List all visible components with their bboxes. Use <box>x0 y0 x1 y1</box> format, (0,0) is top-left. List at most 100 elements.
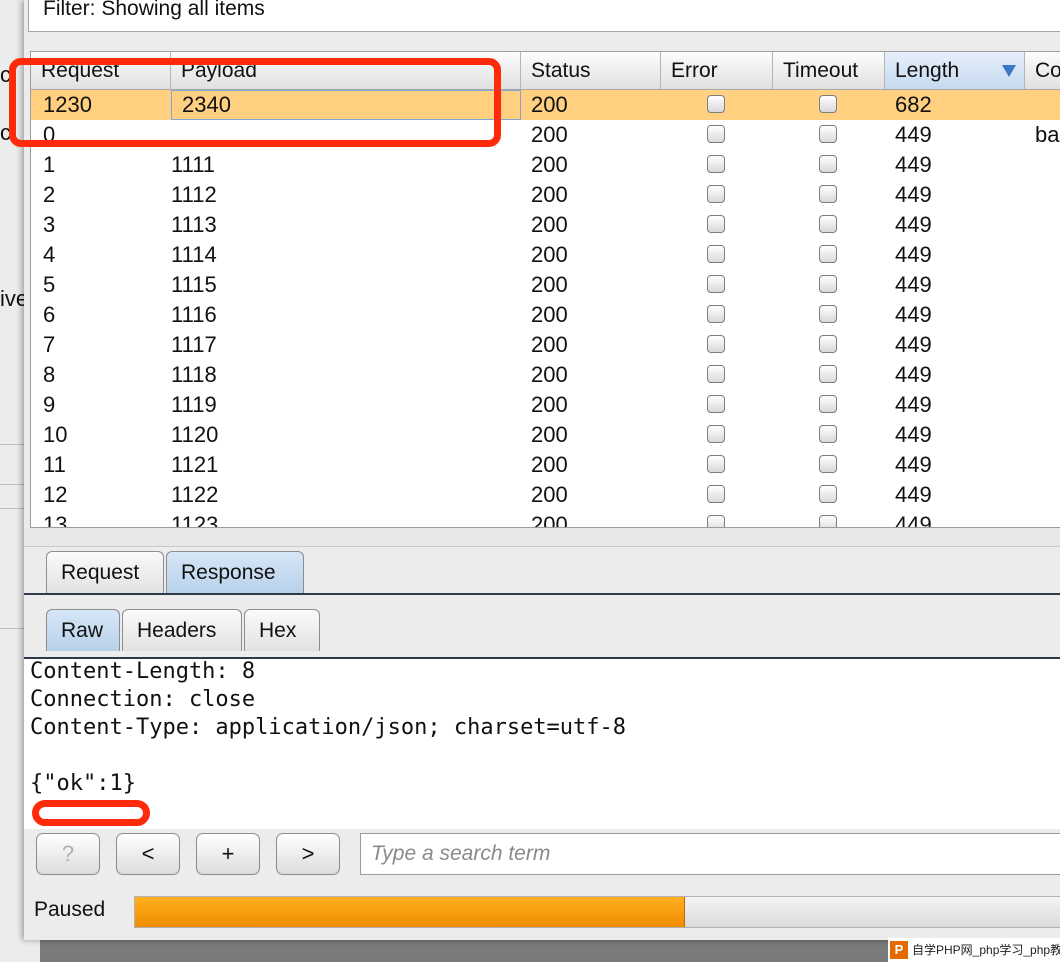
timeout-checkbox[interactable] <box>819 305 837 323</box>
cell-status: 200 <box>531 302 568 327</box>
table-row[interactable]: 2 1112 200 449 <box>31 180 1060 210</box>
tab-response[interactable]: Response <box>166 551 304 593</box>
cell-payload: 1120 <box>171 422 219 447</box>
table-row[interactable]: 11 1121 200 449 <box>31 450 1060 480</box>
tab-headers[interactable]: Headers <box>122 609 242 651</box>
progress-fill <box>135 897 685 927</box>
error-checkbox[interactable] <box>707 275 725 293</box>
cell-comment <box>1035 150 1060 180</box>
cell-request: 8 <box>43 362 56 387</box>
pane-splitter[interactable] <box>24 528 1060 547</box>
cell-comment <box>1035 240 1060 270</box>
error-checkbox[interactable] <box>707 365 725 383</box>
cell-request: 9 <box>43 392 56 417</box>
filter-text: Filter: Showing all items <box>43 0 265 20</box>
error-checkbox[interactable] <box>707 335 725 353</box>
cell-status: 200 <box>531 452 568 477</box>
tab-hex[interactable]: Hex <box>244 609 320 651</box>
column-header-length[interactable]: Length <box>885 52 1025 89</box>
cell-request: 13 <box>43 512 68 528</box>
cell-length: 449 <box>895 482 932 507</box>
tab-request[interactable]: Request <box>46 551 164 593</box>
filter-bar[interactable]: Filter: Showing all items <box>28 0 1060 32</box>
timeout-checkbox[interactable] <box>819 515 837 527</box>
timeout-checkbox[interactable] <box>819 185 837 203</box>
error-checkbox[interactable] <box>707 515 725 527</box>
search-input[interactable]: Type a search term <box>360 833 1060 875</box>
timeout-checkbox[interactable] <box>819 425 837 443</box>
timeout-checkbox[interactable] <box>819 365 837 383</box>
watermark-text: 自学PHP网_php学习_php教 <box>912 943 1060 957</box>
timeout-checkbox[interactable] <box>819 455 837 473</box>
timeout-checkbox[interactable] <box>819 95 837 113</box>
error-checkbox[interactable] <box>707 245 725 263</box>
column-header-timeout[interactable]: Timeout <box>773 52 885 89</box>
cell-request: 5 <box>43 272 56 297</box>
cell-payload: 1113 <box>171 212 217 237</box>
table-row[interactable]: 6 1116 200 449 <box>31 300 1060 330</box>
table-row[interactable]: 3 1113 200 449 <box>31 210 1060 240</box>
cell-status: 200 <box>531 422 568 447</box>
column-header-comment[interactable]: Co <box>1025 52 1060 89</box>
table-row[interactable]: 8 1118 200 449 <box>31 360 1060 390</box>
response-json-line: {"ok":1} <box>30 771 136 796</box>
error-checkbox[interactable] <box>707 125 725 143</box>
sort-descending-icon <box>1002 65 1016 77</box>
table-row[interactable]: 10 1120 200 449 <box>31 420 1060 450</box>
table-row[interactable]: 13 1123 200 449 <box>31 510 1060 528</box>
add-term-button[interactable]: + <box>196 833 260 875</box>
tab-divider <box>24 593 1060 595</box>
cell-status: 200 <box>531 272 568 297</box>
annotation-underline <box>32 800 150 826</box>
cell-request: 6 <box>43 302 56 327</box>
error-checkbox[interactable] <box>707 455 725 473</box>
cell-status: 200 <box>531 152 568 177</box>
error-checkbox[interactable] <box>707 425 725 443</box>
error-checkbox[interactable] <box>707 185 725 203</box>
table-row[interactable]: 5 1115 200 449 <box>31 270 1060 300</box>
timeout-checkbox[interactable] <box>819 245 837 263</box>
table-row[interactable]: 7 1117 200 449 <box>31 330 1060 360</box>
error-checkbox[interactable] <box>707 215 725 233</box>
table-row[interactable]: 4 1114 200 449 <box>31 240 1060 270</box>
timeout-checkbox[interactable] <box>819 275 837 293</box>
help-button[interactable]: ? <box>36 833 100 875</box>
cell-status: 200 <box>531 122 568 147</box>
response-raw-view[interactable]: Content-Length: 8 Connection: close Cont… <box>24 659 1060 829</box>
cell-comment <box>1035 390 1060 420</box>
timeout-checkbox[interactable] <box>819 125 837 143</box>
timeout-checkbox[interactable] <box>819 155 837 173</box>
cell-comment <box>1035 480 1060 510</box>
response-line: Connection: close <box>30 687 256 712</box>
column-header-status[interactable]: Status <box>521 52 661 89</box>
cell-status: 200 <box>531 92 568 117</box>
cell-length: 449 <box>895 392 932 417</box>
watermark: P 自学PHP网_php学习_php教 <box>888 938 1060 962</box>
error-checkbox[interactable] <box>707 155 725 173</box>
cell-comment <box>1035 90 1060 120</box>
timeout-checkbox[interactable] <box>819 485 837 503</box>
cell-length: 449 <box>895 362 932 387</box>
cell-payload: 1122 <box>171 482 219 507</box>
timeout-checkbox[interactable] <box>819 395 837 413</box>
table-row[interactable]: 12 1122 200 449 <box>31 480 1060 510</box>
cell-length: 682 <box>895 92 932 117</box>
table-row[interactable]: 1 1111 200 449 <box>31 150 1060 180</box>
table-row[interactable]: 9 1119 200 449 <box>31 390 1060 420</box>
next-match-button[interactable]: > <box>276 833 340 875</box>
error-checkbox[interactable] <box>707 485 725 503</box>
annotation-box <box>9 58 501 147</box>
error-checkbox[interactable] <box>707 95 725 113</box>
timeout-checkbox[interactable] <box>819 335 837 353</box>
cell-request: 11 <box>43 452 66 477</box>
cell-payload: 1116 <box>171 302 217 327</box>
cell-payload: 1115 <box>171 272 217 297</box>
cell-request: 7 <box>43 332 56 357</box>
error-checkbox[interactable] <box>707 395 725 413</box>
previous-match-button[interactable]: < <box>116 833 180 875</box>
error-checkbox[interactable] <box>707 305 725 323</box>
timeout-checkbox[interactable] <box>819 215 837 233</box>
cell-request: 2 <box>43 182 56 207</box>
column-header-error[interactable]: Error <box>661 52 773 89</box>
tab-raw[interactable]: Raw <box>46 609 120 651</box>
